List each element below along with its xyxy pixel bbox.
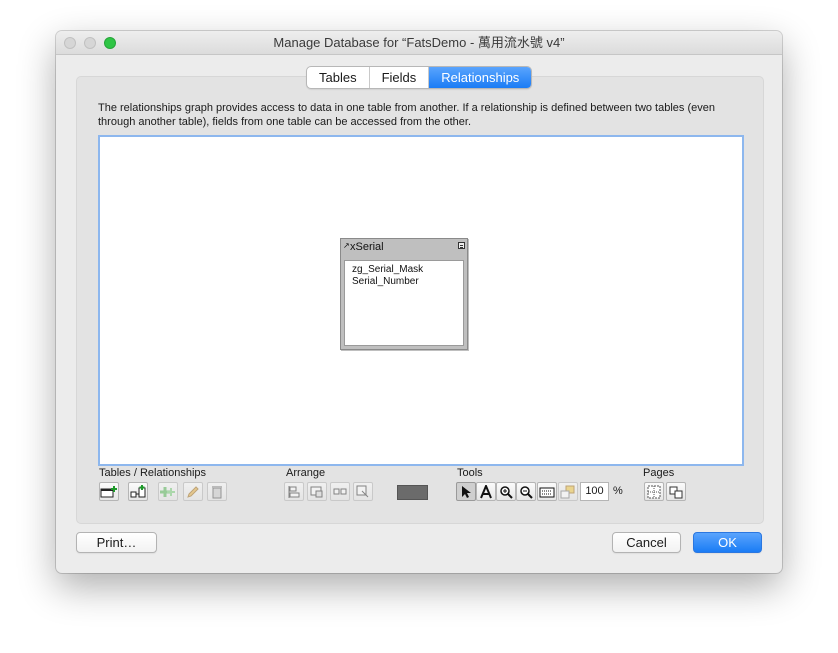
pointer-icon [462,485,471,498]
tab-tables[interactable]: Tables [307,67,370,88]
collapse-tables-tool[interactable] [537,482,557,501]
title-bar[interactable]: Manage Database for “FatsDemo - 萬用流水號 v4… [56,31,782,55]
ok-button[interactable]: OK [693,532,762,553]
resize-icon [333,488,347,494]
zoom-in-icon [500,485,513,499]
tab-fields[interactable]: Fields [370,67,430,88]
pages-label: Pages [643,467,675,479]
notes-tool[interactable] [558,482,578,501]
collapse-arrow-icon[interactable]: ↗ [343,241,350,250]
align-left-icon [288,485,300,498]
text-tool[interactable] [476,482,496,501]
add-table-button[interactable] [99,482,119,501]
relationships-description: The relationships graph provides access … [98,102,715,128]
page-setup-button[interactable] [666,482,686,501]
duplicate-button[interactable] [158,482,178,501]
print-button[interactable]: Print… [76,532,157,553]
tab-relationships[interactable]: Relationships [429,67,532,88]
zoom-out-tool[interactable] [516,482,536,501]
arrange-options-button[interactable] [353,482,373,501]
resize-button[interactable] [330,482,350,501]
table-field-list[interactable]: zg_Serial_Mask Serial_Number [344,260,464,346]
add-relationship-icon [130,484,146,497]
table-occurrence-xserial[interactable]: ↗ xSerial zg_Serial_Mask Serial_Number [340,238,468,350]
zoom-unit-label: % [613,485,623,497]
table-occurrence-name: xSerial [350,241,384,253]
zoom-in-tool[interactable] [496,482,516,501]
add-table-icon [100,485,117,497]
relationships-graph[interactable]: ↗ xSerial zg_Serial_Mask Serial_Number [98,135,744,466]
table-view-icon [539,487,555,497]
table-occurrence-header[interactable]: ↗ xSerial [341,239,467,256]
field-item[interactable]: zg_Serial_Mask [345,264,463,276]
page-setup-icon [669,486,683,498]
tab-bar: Tables Fields Relationships [306,66,533,89]
tables-relationships-label: Tables / Relationships [99,467,207,479]
table-menu-icon[interactable] [458,242,465,249]
text-a-icon [480,484,492,498]
note-icon [560,485,575,498]
page-breaks-button[interactable] [644,482,664,501]
tools-label: Tools [457,467,483,479]
pointer-tool[interactable] [456,482,476,501]
align-left-button[interactable] [284,482,304,501]
pencil-icon [187,485,199,498]
arrange-label: Arrange [286,467,326,479]
manage-database-dialog: Manage Database for “FatsDemo - 萬用流水號 v4… [56,31,782,573]
cancel-button[interactable]: Cancel [612,532,681,553]
arrange-options-icon [356,485,369,497]
edit-button[interactable] [183,482,203,501]
distribute-button[interactable] [307,482,327,501]
color-well[interactable] [397,485,428,500]
duplicate-icon [160,486,175,497]
distribute-icon [310,486,323,497]
add-relationship-button[interactable] [128,482,148,501]
zoom-out-icon [520,485,533,499]
page-breaks-icon [647,485,661,498]
trash-icon [212,485,222,498]
window-title: Manage Database for “FatsDemo - 萬用流水號 v4… [273,35,565,50]
delete-button[interactable] [207,482,227,501]
field-item[interactable]: Serial_Number [345,276,463,288]
zoom-level-input[interactable]: 100 [580,482,609,501]
